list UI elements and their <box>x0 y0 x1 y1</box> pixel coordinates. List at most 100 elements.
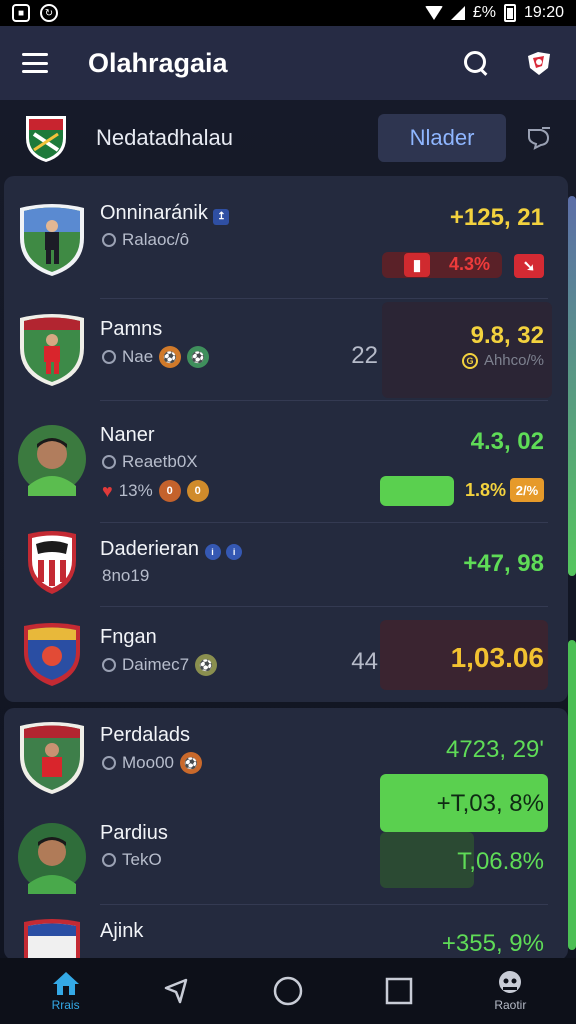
player-crest-icon <box>20 204 84 276</box>
club-crest-icon <box>24 623 80 686</box>
home-icon <box>52 972 79 995</box>
nav-home[interactable]: Rrais <box>26 970 106 1012</box>
chat-icon[interactable] <box>526 126 552 150</box>
nav-profile-label: Raotir <box>494 998 527 1012</box>
league-header: Nedatadhalau Nlader <box>0 100 576 176</box>
club-badge-icon: 0 <box>158 480 181 502</box>
list-item[interactable]: Fngan Daimec7 ⚽ 44 1,03.06 <box>4 608 568 702</box>
clock-icon <box>102 233 116 247</box>
nav-home-label: Rrais <box>51 998 80 1012</box>
player-name: Onninaránik ↥ <box>100 202 230 225</box>
verified-icon: ↥ <box>213 208 230 225</box>
clock-icon <box>102 756 116 770</box>
signal-icon <box>450 6 465 20</box>
player-avatar <box>18 823 86 894</box>
player-value: T,06.8% <box>457 848 544 875</box>
team-logo-icon[interactable] <box>524 48 554 78</box>
list-item[interactable]: Ajink +355, 9% <box>4 906 568 960</box>
player-subtitle: Reaetb0X <box>102 452 198 472</box>
stat-count: 22 <box>351 342 378 369</box>
club-badge-icon: ⚽ <box>159 346 182 368</box>
club-crest-icon <box>24 919 80 960</box>
list-item[interactable]: Pamns Nae ⚽ ⚽ 22 9.8, 32 G Ahhco/% <box>4 300 568 400</box>
change-percent: 4.3% <box>448 254 490 274</box>
battery-icon <box>503 4 516 22</box>
player-value: 1,03.06 <box>450 642 544 673</box>
clock-icon <box>102 455 116 469</box>
player-value: 9.8, 32 <box>470 322 544 349</box>
scroll-indicator-secondary <box>568 640 576 950</box>
nav-profile[interactable]: Raotir <box>470 970 550 1012</box>
scroll-indicator[interactable] <box>568 196 576 576</box>
player-value: +47, 98 <box>463 550 544 577</box>
secondary-stat: G Ahhco/% <box>461 352 544 369</box>
player-crest-icon <box>20 314 84 386</box>
player-card-group: Onninaránik ↥ Ralaoc/ô +125, 21 ▮ 4.3% ➘ <box>4 176 568 702</box>
progress-bar <box>380 476 454 506</box>
club-badge-icon: 0 <box>186 480 209 502</box>
filter-button[interactable]: Nlader <box>378 114 506 162</box>
player-value: 4.3, 02 <box>470 428 544 455</box>
player-avatar <box>18 425 86 496</box>
square-recent-icon <box>385 977 413 1005</box>
flag-icon: ▮ <box>404 253 430 277</box>
player-subtitle: Daimec7 ⚽ <box>102 654 218 676</box>
nav-back[interactable] <box>137 976 217 1006</box>
league-crest-icon <box>26 116 66 162</box>
player-subtitle: 8no19 <box>102 566 150 585</box>
highlight-panel <box>382 302 552 398</box>
player-card-group: Perdalads Moo00 ⚽ 4723, 29' +T,03, 8% Pa… <box>4 708 568 960</box>
app-title: Olahragaia <box>88 47 228 78</box>
clock-icon <box>102 853 116 867</box>
club-badge-icon: ⚽ <box>195 654 218 676</box>
player-name: Pamns <box>100 318 163 340</box>
search-icon[interactable] <box>464 51 488 75</box>
wifi-icon <box>424 6 443 20</box>
player-meta: ♥ 13% 0 0 <box>102 480 209 502</box>
player-crest-icon <box>20 722 84 794</box>
club-badge-icon: ⚽ <box>187 346 210 368</box>
bottom-navigation: Rrais Raotir <box>0 958 576 1024</box>
change-percent: 1.8% <box>464 480 506 500</box>
league-name: Nedatadhalau <box>96 125 234 150</box>
player-subtitle: Moo00 ⚽ <box>102 752 202 774</box>
player-name: Pardius <box>100 822 168 844</box>
player-subtitle: TekO <box>102 850 162 870</box>
back-icon <box>164 978 188 1004</box>
clock: 19:20 <box>523 4 564 21</box>
player-name: Ajink <box>100 920 144 942</box>
player-subtitle: Nae ⚽ ⚽ <box>102 346 210 368</box>
heart-icon: ♥ <box>102 480 113 501</box>
list-item[interactable]: Naner Reaetb0X ♥ 13% 0 0 4.3, 02 1.8% 2/… <box>4 402 568 512</box>
info-icon: i <box>226 544 243 560</box>
list-item[interactable]: Daderieran i i 8no19 +47, 98 <box>4 524 568 606</box>
coin-icon: G <box>461 352 478 369</box>
player-name: Fngan <box>100 626 157 648</box>
menu-icon[interactable] <box>22 53 48 73</box>
club-crest-icon <box>28 531 76 594</box>
notification-icon: ■ <box>12 4 30 22</box>
player-name: Naner <box>100 424 155 446</box>
nav-home-circle[interactable] <box>248 975 328 1007</box>
battery-text: £% <box>472 4 496 21</box>
info-icon: i <box>204 544 221 560</box>
list-item[interactable]: Perdalads Moo00 ⚽ 4723, 29' +T,03, 8% <box>4 708 568 832</box>
nav-recents[interactable] <box>359 976 439 1006</box>
down-arrow-icon[interactable]: ➘ <box>514 254 544 278</box>
clock-icon <box>102 658 116 672</box>
percent-badge: 2/% <box>510 478 544 502</box>
stat-count: 44 <box>351 648 378 675</box>
profile-icon <box>499 971 522 993</box>
clock-icon <box>102 350 116 364</box>
player-value: +125, 21 <box>449 204 544 231</box>
player-name: Perdalads <box>100 724 191 746</box>
app-bar: Olahragaia <box>0 26 576 100</box>
player-value: +355, 9% <box>441 930 544 957</box>
player-subtitle: Ralaoc/ô <box>102 230 189 250</box>
player-value: 4723, 29' <box>445 736 544 763</box>
list-item[interactable]: Onninaránik ↥ Ralaoc/ô +125, 21 ▮ 4.3% ➘ <box>4 176 568 298</box>
club-badge-icon: ⚽ <box>179 752 202 774</box>
status-bar: ■ ↻ £% 19:20 <box>0 0 576 26</box>
list-item[interactable]: Pardius TekO T,06.8% <box>4 810 568 902</box>
player-name: Daderieran i i <box>100 538 243 561</box>
